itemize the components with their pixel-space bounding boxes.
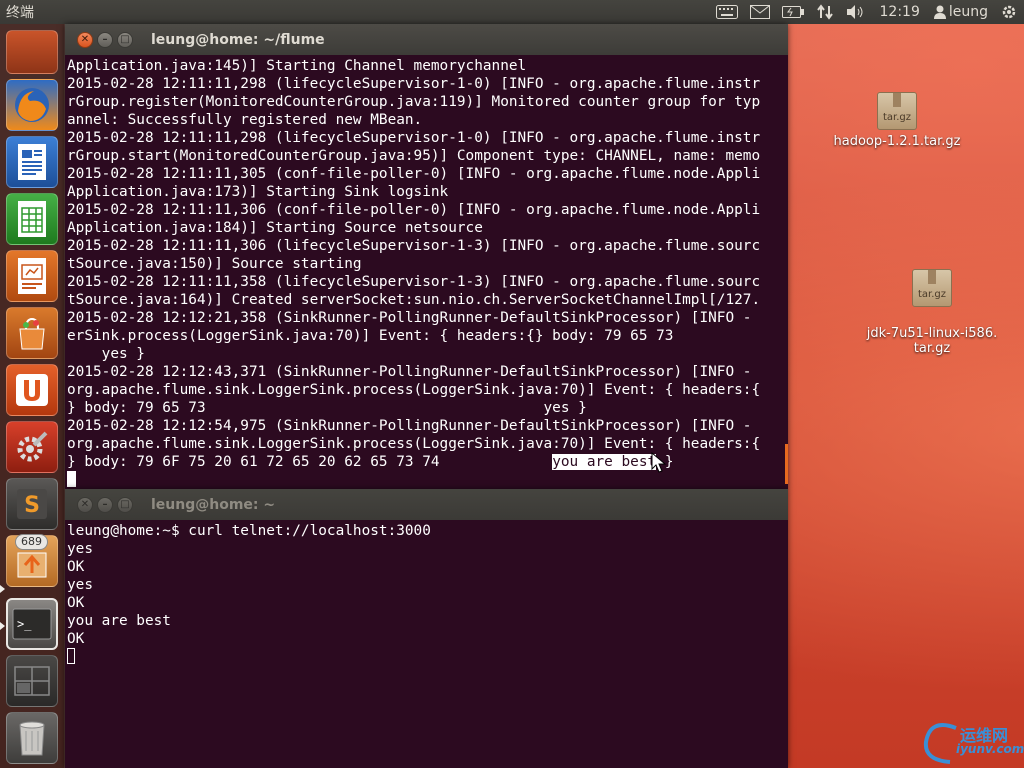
terminal-line: Application.java:173)] Starting Sink log…: [67, 184, 449, 200]
terminal-output[interactable]: leung@home:~$ curl telnet://localhost:30…: [67, 522, 788, 768]
svg-text:>_: >_: [17, 617, 32, 631]
selected-text[interactable]: you are best: [552, 454, 657, 470]
ubuntu-one-icon[interactable]: [6, 364, 58, 416]
archive-icon: tar.gz: [877, 92, 917, 130]
terminal-line: OK: [67, 595, 85, 611]
file-manager-icon[interactable]: [6, 30, 58, 74]
terminal-output[interactable]: Application.java:145)] Starting Channel …: [67, 57, 788, 489]
settings-icon[interactable]: [6, 421, 58, 473]
maximize-icon[interactable]: □: [117, 31, 133, 48]
minimize-icon[interactable]: –: [97, 496, 113, 513]
mouse-pointer-icon: [651, 452, 667, 473]
terminal-line: 2015-02-28 12:11:11,306 (lifecycleSuperv…: [67, 238, 761, 254]
active-app-name: 终端: [6, 5, 34, 21]
terminal-window-home[interactable]: ✕ – □ leung@home: ~ leung@home:~$ curl t…: [65, 489, 788, 768]
terminal-icon[interactable]: >_: [6, 598, 58, 650]
terminal-line: org.apache.flume.sink.LoggerSink.process…: [67, 436, 761, 452]
terminal-line: yes: [67, 541, 93, 557]
workspace-switcher-icon[interactable]: [6, 655, 58, 707]
terminal-line: erSink.process(LoggerSink.java:70)] Even…: [67, 328, 674, 344]
window-title: leung@home: ~/flume: [151, 31, 325, 48]
terminal-line: } body: 79 65 73 yes }: [67, 400, 587, 416]
terminal-line: Application.java:145)] Starting Channel …: [67, 58, 527, 74]
launcher-active-indicator: [0, 622, 5, 630]
network-icon[interactable]: [810, 0, 840, 24]
libreoffice-calc-icon[interactable]: [6, 193, 58, 245]
window-titlebar[interactable]: ✕ – □ leung@home: ~/flume: [65, 24, 788, 55]
terminal-line: org.apache.flume.sink.LoggerSink.process…: [67, 382, 761, 398]
terminal-cursor-line: [67, 648, 788, 666]
terminal-line: Application.java:184)] Starting Source n…: [67, 220, 483, 236]
terminal-line: yes }: [67, 346, 145, 362]
terminal-line: 2015-02-28 12:11:11,358 (lifecycleSuperv…: [67, 274, 761, 290]
watermark: 运维网 iyunv.com: [920, 718, 1024, 764]
window-titlebar[interactable]: ✕ – □ leung@home: ~: [65, 489, 788, 520]
desktop-icon-label: jdk-7u51-linux-i586. tar.gz: [866, 326, 998, 356]
svg-text:S: S: [24, 493, 40, 518]
terminal-line: 2015-02-28 12:11:11,305 (conf-file-polle…: [67, 166, 761, 182]
terminal-line: rGroup.start(MonitoredCounterGroup.java:…: [67, 148, 761, 164]
terminal-line: 2015-02-28 12:12:54,975 (SinkRunner-Poll…: [67, 418, 752, 434]
terminal-line: 2015-02-28 12:12:43,371 (SinkRunner-Poll…: [67, 364, 752, 380]
user-icon: [933, 5, 946, 19]
terminal-line: annel: Successfully registered new MBean…: [67, 112, 423, 128]
sublime-text-icon[interactable]: S: [6, 478, 58, 530]
trash-icon[interactable]: [6, 712, 58, 764]
terminal-line: OK: [67, 631, 85, 647]
software-center-icon[interactable]: [6, 307, 58, 359]
update-count-badge: 689: [15, 534, 48, 550]
last-line-prefix: } body: 79 6F 75 20 61 72 65 20 62 65 73…: [67, 454, 553, 470]
firefox-icon[interactable]: [6, 79, 58, 131]
update-manager-icon[interactable]: 689: [6, 534, 58, 587]
keyboard-icon[interactable]: [710, 0, 744, 24]
window-title: leung@home: ~: [151, 496, 276, 513]
terminal-line: yes: [67, 577, 93, 593]
watermark-logo-icon: [923, 723, 957, 764]
terminal-line: rGroup.register(MonitoredCounterGroup.ja…: [67, 94, 761, 110]
terminal-line: tSource.java:164)] Created serverSocket:…: [67, 292, 761, 308]
desktop-icon-hadoop[interactable]: tar.gz hadoop-1.2.1.tar.gz: [827, 92, 967, 149]
close-icon[interactable]: ✕: [77, 31, 93, 48]
desktop-icon-jdk[interactable]: tar.gz jdk-7u51-linux-i586. tar.gz: [862, 254, 1002, 371]
watermark-url: iyunv.com: [956, 742, 1024, 756]
launcher: S 689 >_: [0, 24, 65, 768]
terminal-line: 2015-02-28 12:11:11,298 (lifecycleSuperv…: [67, 76, 761, 92]
indicator-area: 12:19 leung: [710, 0, 1024, 24]
scrollbar[interactable]: [785, 444, 788, 484]
top-panel: 终端 12:19 leung: [0, 0, 1024, 24]
terminal-cursor-line: [67, 471, 788, 489]
launcher-running-indicator: [0, 585, 5, 593]
maximize-icon[interactable]: □: [117, 496, 133, 513]
volume-icon[interactable]: [840, 0, 872, 24]
libreoffice-writer-icon[interactable]: [6, 136, 58, 188]
terminal-window-flume[interactable]: ✕ – □ leung@home: ~/flume Application.ja…: [65, 24, 788, 489]
libreoffice-impress-icon[interactable]: [6, 250, 58, 302]
user-menu[interactable]: leung: [928, 4, 994, 20]
terminal-cursor: [67, 471, 76, 487]
minimize-icon[interactable]: –: [97, 31, 113, 48]
terminal-line: tSource.java:150)] Source starting: [67, 256, 362, 272]
mail-icon[interactable]: [744, 0, 776, 24]
terminal-line: 2015-02-28 12:11:11,298 (lifecycleSuperv…: [67, 130, 761, 146]
user-name: leung: [948, 4, 988, 20]
clock[interactable]: 12:19: [872, 0, 928, 24]
desktop-icon-label: hadoop-1.2.1.tar.gz: [833, 134, 961, 149]
terminal-line: OK: [67, 559, 85, 575]
terminal-line-last: } body: 79 6F 75 20 61 72 65 20 62 65 73…: [67, 453, 788, 471]
archive-icon: tar.gz: [912, 269, 952, 307]
terminal-line: leung@home:~$ curl telnet://localhost:30…: [67, 523, 431, 539]
terminal-line: you are best: [67, 613, 171, 629]
terminal-line: 2015-02-28 12:11:11,306 (conf-file-polle…: [67, 202, 761, 218]
terminal-cursor: [67, 648, 75, 664]
close-icon[interactable]: ✕: [77, 496, 93, 513]
terminal-line: 2015-02-28 12:12:21,358 (SinkRunner-Poll…: [67, 310, 752, 326]
power-gear-icon[interactable]: [994, 0, 1024, 24]
battery-icon[interactable]: [776, 0, 810, 24]
